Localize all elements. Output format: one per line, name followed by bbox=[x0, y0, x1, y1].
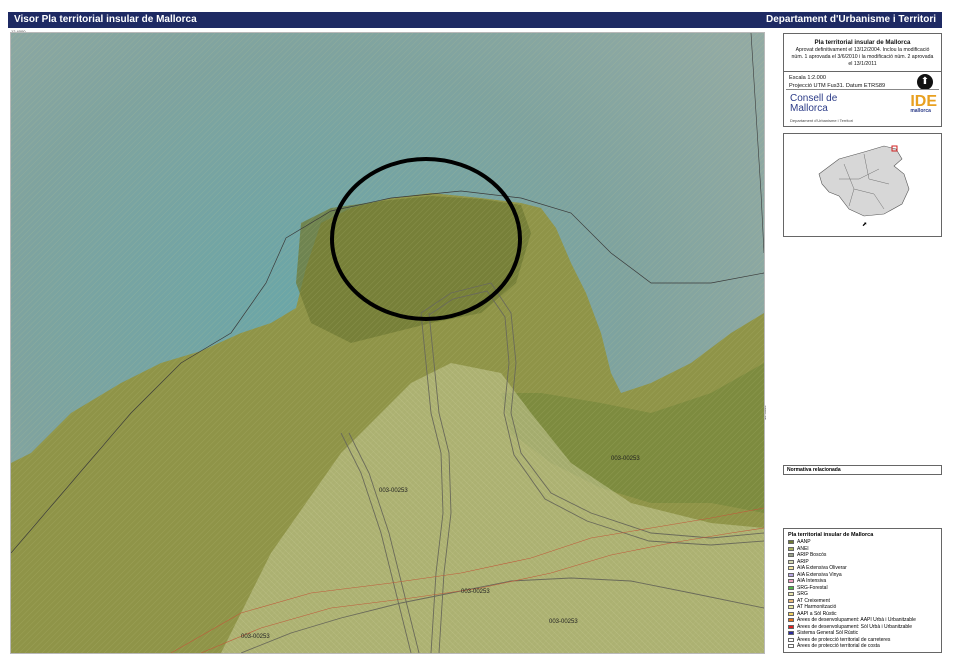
legend-label: AIA Extensiva Vinya bbox=[797, 571, 842, 578]
map-canvas[interactable]: 003-00253 003-00253 003-00253 003-00253 … bbox=[11, 33, 764, 653]
legend-swatch bbox=[788, 598, 794, 603]
parcel-label: 003-00253 bbox=[461, 589, 490, 595]
legend-label: Àrees de protecció territorial de carret… bbox=[797, 636, 891, 643]
legend-swatch bbox=[788, 624, 794, 629]
legend: Pla territorial insular de Mallorca AANP… bbox=[783, 528, 942, 653]
parcel-label: 003-00253 bbox=[379, 488, 408, 494]
compass-icon: ⬈ bbox=[862, 222, 867, 228]
legend-swatch bbox=[788, 592, 794, 597]
legend-swatch bbox=[788, 585, 794, 590]
legend-swatch bbox=[788, 611, 794, 616]
normativa-header[interactable]: Normativa relacionada bbox=[783, 465, 942, 475]
parcel-label: 003-00253 bbox=[549, 619, 578, 625]
parcel-label: 003-00253 bbox=[241, 634, 270, 640]
consell-logo-line-2: Mallorca bbox=[790, 103, 828, 114]
legend-label: SRG bbox=[797, 591, 808, 598]
north-arrow-icon: ⬆ bbox=[917, 74, 933, 90]
legend-swatch bbox=[788, 553, 794, 558]
locator-map: ⬈ bbox=[783, 133, 942, 237]
legend-swatch bbox=[788, 605, 794, 610]
map-description: Aprovat definitivament el 13/12/2004. In… bbox=[791, 47, 934, 67]
legend-label: Àrees de protecció territorial de costa bbox=[797, 643, 880, 650]
logos-area: Consell de Mallorca Departament d'Urbani… bbox=[786, 89, 939, 124]
scale-text: Escala 1:2.000 bbox=[789, 75, 827, 81]
legend-swatch bbox=[788, 566, 794, 571]
island-outline bbox=[818, 145, 910, 217]
legend-swatch bbox=[788, 559, 794, 564]
legend-label: SRG-Forestal bbox=[797, 584, 828, 591]
legend-swatch bbox=[788, 637, 794, 642]
legend-label: AT Harmonització bbox=[797, 604, 837, 611]
ide-logo: IDE mallorca bbox=[910, 93, 937, 114]
legend-label: AANP bbox=[797, 539, 811, 546]
department-title: Departament d'Urbanisme i Territori bbox=[765, 14, 936, 25]
parcel-label: 003-00253 bbox=[611, 456, 640, 462]
legend-label: Sistema General Sòl Rústic bbox=[797, 630, 859, 637]
legend-swatch bbox=[788, 618, 794, 623]
map-title-box: Pla territorial insular de Mallorca Apro… bbox=[783, 33, 942, 127]
consell-logo-sub: Departament d'Urbanisme i Territori bbox=[790, 118, 853, 123]
legend-label: ARIP bbox=[797, 558, 809, 565]
legend-item: Àrees de desenvolupament: AAPI Urbà i Ur… bbox=[788, 617, 937, 624]
legend-title: Pla territorial insular de Mallorca bbox=[788, 532, 874, 538]
legend-swatch bbox=[788, 631, 794, 636]
app-title: Visor Pla territorial insular de Mallorc… bbox=[14, 14, 197, 25]
legend-label: AIA Extensiva Oliverar bbox=[797, 565, 847, 572]
legend-label: Àrees de desenvolupament: Sòl Urbà i Urb… bbox=[797, 623, 913, 630]
legend-label: AAPI a Sòl Rústic bbox=[797, 610, 837, 617]
legend-label: Àrees de desenvolupament: AAPI Urbà i Ur… bbox=[797, 617, 916, 624]
locator-canvas: ⬈ bbox=[818, 145, 910, 228]
legend-list: AANP ANEI ARIP Boscós ARIP AIA Extensiva Oli… bbox=[788, 539, 937, 650]
legend-label: AT Creixement bbox=[797, 597, 830, 604]
header-bar: Visor Pla territorial insular de Mallorc… bbox=[8, 12, 942, 28]
legend-label: ARIP Boscós bbox=[797, 552, 827, 559]
scale-info: Escala 1:2.000 Projecció UTM Fus31. Datu… bbox=[784, 72, 941, 90]
legend-swatch bbox=[788, 579, 794, 584]
consell-logo: Consell de Mallorca Departament d'Urbani… bbox=[790, 94, 853, 126]
map-viewport[interactable]: 003-00253 003-00253 003-00253 003-00253 … bbox=[10, 32, 765, 654]
legend-label: ANEI bbox=[797, 545, 809, 552]
legend-swatch bbox=[788, 540, 794, 545]
legend-label: AIA Intensiva bbox=[797, 578, 827, 585]
legend-swatch bbox=[788, 546, 794, 551]
legend-swatch bbox=[788, 644, 794, 649]
legend-item: Àrees de protecció territorial de costa bbox=[788, 643, 937, 650]
map-title: Pla territorial insular de Mallorca bbox=[814, 39, 911, 46]
legend-swatch bbox=[788, 572, 794, 577]
